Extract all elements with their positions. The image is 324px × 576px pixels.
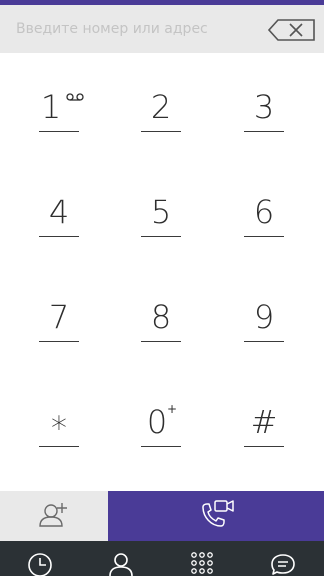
key-digit: *: [51, 409, 67, 447]
action-row: [0, 491, 324, 541]
number-input-row: Введите номер или адрес: [0, 5, 324, 53]
dialpad: 1 2 3 4 5 6 7 8 9 * 0 + #: [0, 53, 324, 491]
key-digit: 4: [48, 193, 70, 231]
key-1[interactable]: 1: [14, 53, 104, 157]
voicemail-icon: [66, 93, 84, 101]
key-digit: 2: [150, 88, 172, 126]
key-9[interactable]: 9: [219, 263, 309, 367]
contacts-icon: [109, 553, 133, 576]
key-underline: [244, 236, 284, 237]
key-underline: [244, 131, 284, 132]
backspace-button[interactable]: [268, 19, 316, 41]
key-digit: 5: [150, 193, 172, 231]
dialpad-icon: [191, 552, 213, 574]
key-digit: 0: [146, 403, 168, 441]
number-input[interactable]: Введите номер или адрес: [16, 21, 208, 37]
key-5[interactable]: 5: [116, 158, 206, 262]
key-digit: 7: [48, 298, 70, 336]
nav-dialpad[interactable]: [162, 541, 243, 576]
key-digit: 8: [150, 298, 172, 336]
key-underline: [39, 131, 79, 132]
chat-icon: [271, 554, 295, 575]
key-underline: [39, 341, 79, 342]
key-star[interactable]: *: [14, 368, 104, 472]
key-underline: [39, 446, 79, 447]
key-8[interactable]: 8: [116, 263, 206, 367]
key-2[interactable]: 2: [116, 53, 206, 157]
add-contact-button[interactable]: [0, 491, 108, 541]
key-digit: 9: [253, 298, 275, 336]
nav-history[interactable]: [0, 541, 81, 576]
history-icon: [28, 553, 52, 576]
key-underline: [39, 236, 79, 237]
key-underline: [141, 131, 181, 132]
key-underline: [141, 341, 181, 342]
add-contact-icon: [39, 503, 67, 527]
key-4[interactable]: 4: [14, 158, 104, 262]
key-underline: [244, 446, 284, 447]
key-underline: [141, 446, 181, 447]
key-hash[interactable]: #: [219, 368, 309, 472]
key-7[interactable]: 7: [14, 263, 104, 367]
video-call-icon: [202, 500, 234, 527]
key-underline: [141, 236, 181, 237]
video-call-button[interactable]: [108, 491, 324, 541]
key-digit: 6: [253, 193, 275, 231]
plus-superscript: +: [167, 402, 178, 416]
key-digit: #: [250, 403, 278, 441]
key-0[interactable]: 0 +: [116, 368, 206, 472]
bottom-navigation: [0, 541, 324, 576]
key-6[interactable]: 6: [219, 158, 309, 262]
key-3[interactable]: 3: [219, 53, 309, 157]
backspace-icon: [268, 19, 315, 41]
key-digit: 3: [253, 88, 275, 126]
nav-contacts[interactable]: [81, 541, 162, 576]
key-underline: [244, 341, 284, 342]
nav-chat[interactable]: [243, 541, 324, 576]
